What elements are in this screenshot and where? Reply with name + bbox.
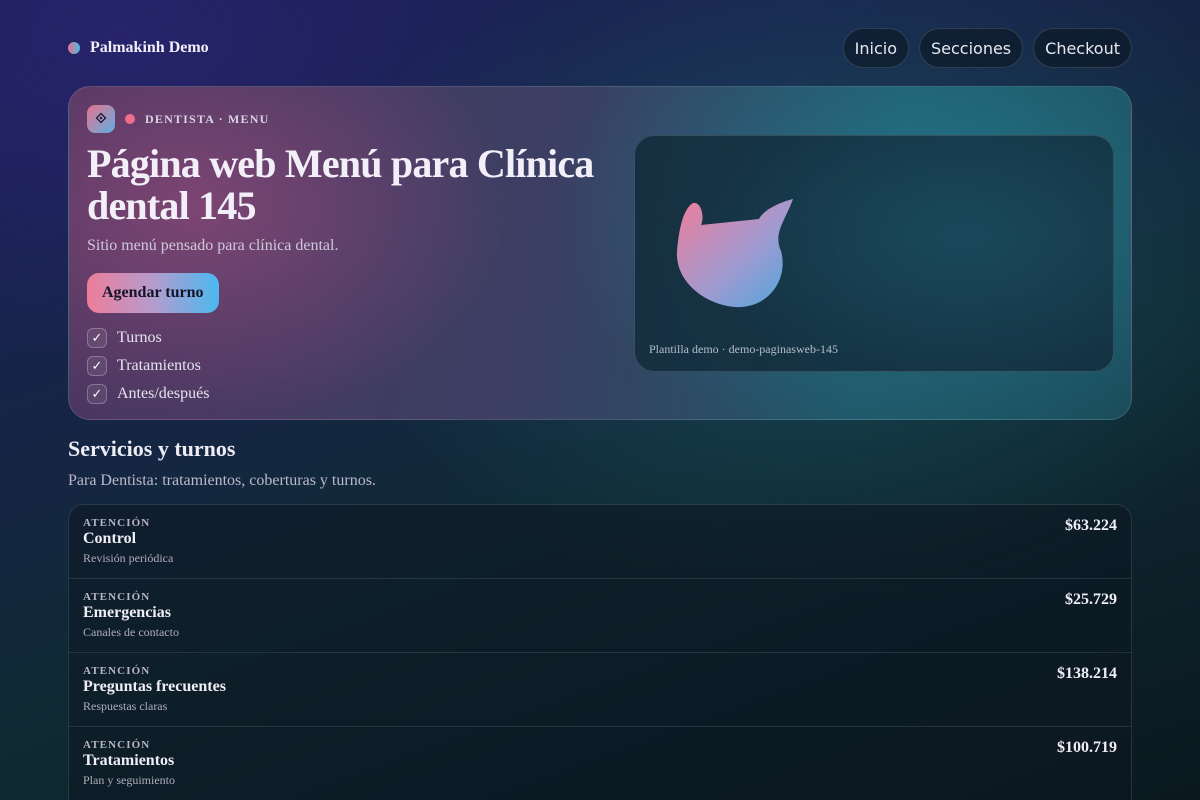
services-title: Servicios y turnos (68, 436, 236, 461)
service-name: Tratamientos (83, 752, 175, 769)
service-note: Respuestas claras (83, 699, 168, 713)
service-row[interactable]: ATENCIÓN Emergencias Canales de contacto… (69, 579, 1131, 653)
service-price: $63.224 (1065, 517, 1117, 534)
feature-item: ✓ Turnos (87, 324, 209, 352)
feature-item: ✓ Antes/después (87, 380, 209, 408)
service-tag: ATENCIÓN (83, 517, 151, 529)
service-price: $100.719 (1057, 739, 1117, 756)
service-price: $25.729 (1065, 591, 1117, 608)
hero-card: ⟐ DENTISTA · MENU Página web Menú para C… (68, 86, 1132, 420)
service-note: Canales de contacto (83, 625, 179, 639)
nav-checkout[interactable]: Checkout (1033, 28, 1132, 68)
service-note: Plan y seguimiento (83, 773, 175, 787)
brand[interactable]: Palmakinh Demo (68, 39, 209, 57)
service-note: Revisión periódica (83, 551, 174, 565)
abstract-gradient-shape (676, 199, 793, 308)
service-name: Control (83, 530, 137, 547)
service-name: Emergencias (83, 604, 171, 621)
service-name: Preguntas frecuentes (83, 678, 226, 695)
service-tag: ATENCIÓN (83, 739, 151, 751)
service-tag: ATENCIÓN (83, 665, 151, 677)
book-appointment-button[interactable]: Agendar turno (87, 273, 219, 313)
kicker-dot-icon (125, 114, 135, 124)
nav-inicio[interactable]: Inicio (842, 28, 909, 68)
hero-kicker-row: ⟐ DENTISTA · MENU (87, 105, 269, 133)
page-title: Página web Menú para Clínica dental 145 (87, 141, 594, 228)
hero-kicker: DENTISTA · MENU (145, 111, 270, 126)
nav-secciones[interactable]: Secciones (918, 28, 1024, 68)
feature-label: Turnos (117, 329, 162, 346)
brand-dot-icon (68, 42, 80, 54)
service-price: $138.214 (1057, 665, 1117, 682)
feature-item: ✓ Tratamientos (87, 352, 209, 380)
template-preview-card: Plantilla demo · demo-paginasweb-145 (634, 135, 1114, 372)
check-icon: ✓ (87, 384, 107, 404)
feature-label: Tratamientos (117, 357, 201, 374)
feature-list: ✓ Turnos ✓ Tratamientos ✓ Antes/después (87, 324, 209, 408)
service-tag: ATENCIÓN (83, 591, 151, 603)
service-row[interactable]: ATENCIÓN Tratamientos Plan y seguimiento… (69, 727, 1131, 800)
main-nav: Inicio Secciones Checkout (842, 28, 1132, 68)
services-list: ATENCIÓN Control Revisión periódica $63.… (68, 504, 1132, 800)
preview-caption: Plantilla demo · demo-paginasweb-145 (649, 342, 838, 356)
check-icon: ✓ (87, 356, 107, 376)
diamond-logo-icon: ⟐ (87, 105, 115, 133)
service-row[interactable]: ATENCIÓN Preguntas frecuentes Respuestas… (69, 653, 1131, 727)
top-bar: Palmakinh Demo Inicio Secciones Checkout (68, 28, 1132, 68)
hero-subtitle: Sitio menú pensado para clínica dental. (87, 237, 339, 254)
brand-name: Palmakinh Demo (90, 39, 209, 56)
services-description: Para Dentista: tratamientos, coberturas … (68, 472, 376, 489)
service-row[interactable]: ATENCIÓN Control Revisión periódica $63.… (69, 505, 1131, 579)
feature-label: Antes/después (117, 385, 210, 402)
check-icon: ✓ (87, 328, 107, 348)
